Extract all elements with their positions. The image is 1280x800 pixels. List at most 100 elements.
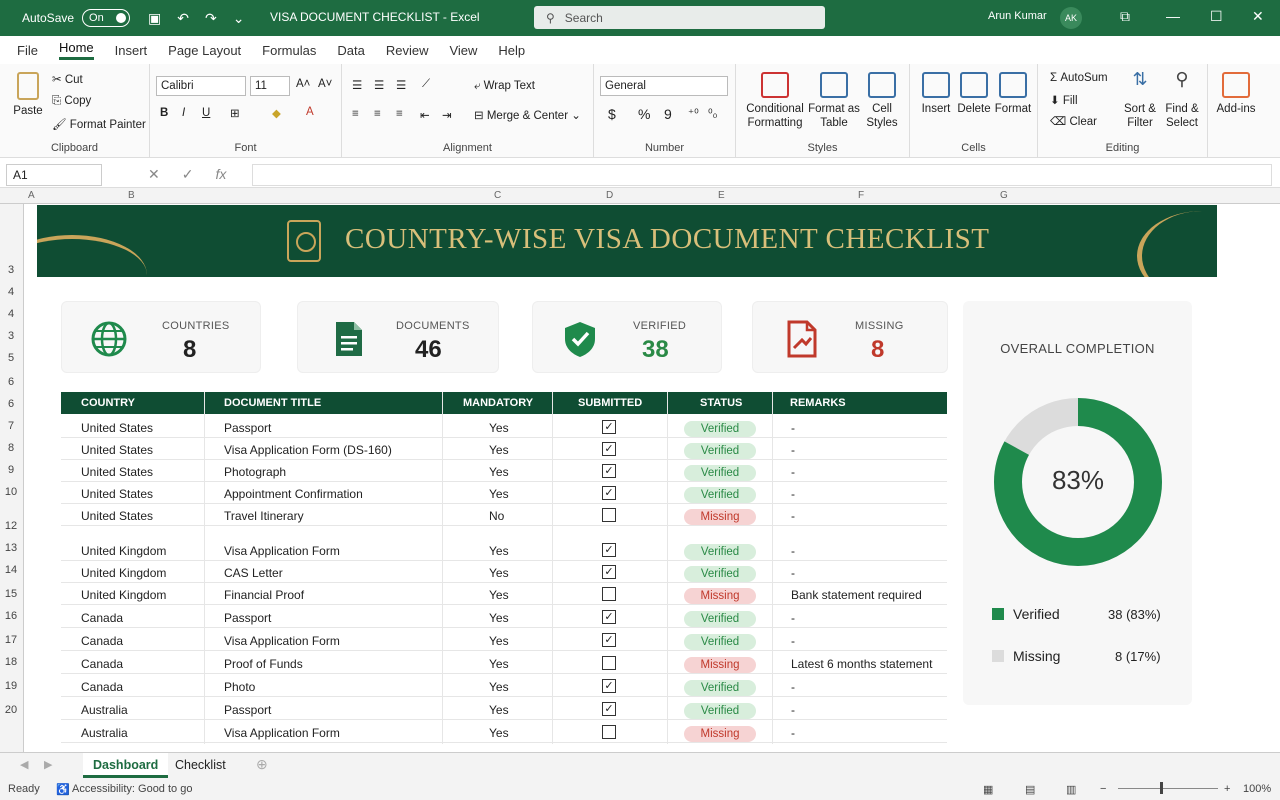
shrink-font-icon[interactable]: A˅ <box>318 78 332 90</box>
row-header[interactable]: 4 <box>0 308 22 320</box>
align-right-icon[interactable]: ≡ <box>396 108 403 120</box>
clear-button[interactable]: ⌫ Clear <box>1050 114 1097 128</box>
table-row[interactable]: United Kingdom Financial Proof Yes Missing B… <box>61 583 947 605</box>
table-row[interactable]: Australia Passport Yes ✓ Verified - <box>61 698 947 720</box>
table-row[interactable]: United States Visa Application Form (DS-1… <box>61 438 947 460</box>
bold-icon[interactable]: B <box>160 107 168 119</box>
conditional-formatting-button[interactable]: Conditional Formatting <box>744 72 806 130</box>
comma-icon[interactable]: 9 <box>664 106 672 122</box>
row-header[interactable]: 5 <box>0 352 22 364</box>
align-bottom-icon[interactable]: ☰ <box>396 78 406 92</box>
page-break-view-icon[interactable]: ▥ <box>1066 783 1076 796</box>
table-row[interactable]: Canada Photo Yes ✓ Verified - <box>61 675 947 697</box>
decrease-indent-icon[interactable]: ⇤ <box>420 108 430 122</box>
orientation-icon[interactable]: ⟋ <box>422 78 430 91</box>
submitted-checkbox-empty[interactable] <box>602 656 616 670</box>
column-b[interactable]: B <box>128 190 135 201</box>
increase-indent-icon[interactable]: ⇥ <box>442 108 452 122</box>
submitted-checkbox-checked[interactable]: ✓ <box>602 702 616 716</box>
user-name[interactable]: Arun Kumar <box>988 10 1047 22</box>
customize-icon[interactable]: ⌄ <box>233 10 245 27</box>
row-header[interactable]: 3 <box>0 264 22 276</box>
name-box[interactable]: A1 <box>6 164 102 186</box>
row-header[interactable]: 19 <box>0 680 22 692</box>
table-row[interactable]: United States Passport Yes ✓ Verified - <box>61 416 947 438</box>
align-left-icon[interactable]: ≡ <box>352 108 359 120</box>
column-c[interactable]: C <box>494 190 501 201</box>
merge-center-button[interactable]: ⊟ Merge & Center ⌄ <box>474 108 581 122</box>
grow-font-icon[interactable]: A˄ <box>296 78 310 90</box>
formula-input[interactable] <box>252 164 1272 186</box>
format-cells-button[interactable]: Format <box>994 72 1032 116</box>
zoom-level[interactable]: 100% <box>1243 783 1271 795</box>
row-header[interactable]: 14 <box>0 564 22 576</box>
close-icon[interactable]: ✕ <box>1252 8 1264 25</box>
menu-home[interactable]: Home <box>58 40 94 60</box>
table-row[interactable]: Canada Passport Yes ✓ Verified - <box>61 606 947 628</box>
redo-icon[interactable]: ↷ <box>205 10 217 27</box>
menu-page-layout[interactable]: Page Layout <box>168 43 241 58</box>
submitted-checkbox-checked[interactable]: ✓ <box>602 610 616 624</box>
delete-cells-button[interactable]: Delete <box>956 72 992 116</box>
column-a[interactable]: A <box>28 190 35 201</box>
submitted-checkbox-checked[interactable]: ✓ <box>602 633 616 647</box>
cut-button[interactable]: ✂ Cut <box>52 72 83 86</box>
table-row[interactable]: Canada Proof of Funds Yes Missing Latest 6 m… <box>61 652 947 674</box>
row-header[interactable]: 20 <box>0 704 22 716</box>
row-header[interactable]: 12 <box>0 520 22 532</box>
menu-file[interactable]: File <box>17 43 38 58</box>
search-box[interactable]: ⚲ Search <box>534 6 825 29</box>
borders-icon[interactable]: ⊞ <box>230 106 240 120</box>
menu-help[interactable]: Help <box>498 43 525 58</box>
format-as-table-button[interactable]: Format as Table <box>808 72 860 130</box>
column-d[interactable]: D <box>606 190 613 201</box>
increase-decimal-icon[interactable]: ⁺⁰ <box>688 106 699 120</box>
row-header[interactable]: 13 <box>0 542 22 554</box>
font-size-dropdown[interactable]: 11 <box>250 76 290 96</box>
row-header[interactable]: 9 <box>0 464 22 476</box>
cancel-icon[interactable]: ✕ <box>148 166 160 183</box>
table-row[interactable]: Canada Visa Application Form Yes ✓ Verified - <box>61 629 947 651</box>
row-header[interactable]: 4 <box>0 286 22 298</box>
column-e[interactable]: E <box>718 190 725 201</box>
menu-review[interactable]: Review <box>386 43 429 58</box>
submitted-checkbox-checked[interactable]: ✓ <box>602 420 616 434</box>
wrap-text-button[interactable]: ⤶ Wrap Text <box>474 80 535 93</box>
ribbon-display-icon[interactable]: ⧉ <box>1120 8 1130 25</box>
normal-view-icon[interactable]: ▦ <box>983 783 993 796</box>
table-row[interactable]: United States Appointment Confirmation Yes… <box>61 482 947 504</box>
tab-dashboard[interactable]: Dashboard <box>83 753 169 778</box>
add-ins-button[interactable]: Add-ins <box>1214 72 1258 116</box>
fill-color-icon[interactable]: ◆ <box>272 106 281 120</box>
percent-icon[interactable]: % <box>638 106 650 122</box>
submitted-checkbox-checked[interactable]: ✓ <box>602 565 616 579</box>
column-g[interactable]: G <box>1000 190 1008 201</box>
menu-view[interactable]: View <box>449 43 477 58</box>
submitted-checkbox-empty[interactable] <box>602 587 616 601</box>
submitted-checkbox-checked[interactable]: ✓ <box>602 486 616 500</box>
menu-data[interactable]: Data <box>337 43 364 58</box>
tab-scroll-right-icon[interactable]: ▶ <box>44 758 52 771</box>
row-header[interactable]: 18 <box>0 656 22 668</box>
undo-icon[interactable]: ↶ <box>177 10 189 27</box>
minimize-icon[interactable]: — <box>1166 8 1180 24</box>
zoom-slider-thumb[interactable] <box>1160 782 1163 794</box>
copy-button[interactable]: ⎘ Copy <box>52 95 91 108</box>
submitted-checkbox-checked[interactable]: ✓ <box>602 464 616 478</box>
autosave-toggle[interactable]: On <box>82 9 131 27</box>
row-header[interactable]: 3 <box>0 330 22 342</box>
paste-button[interactable]: Paste <box>10 72 46 118</box>
font-color-icon[interactable]: A <box>306 106 314 118</box>
table-row[interactable]: United States Photograph Yes ✓ Verified - <box>61 460 947 482</box>
submitted-checkbox-empty[interactable] <box>602 725 616 739</box>
autosum-button[interactable]: Σ AutoSum <box>1050 72 1108 84</box>
table-row[interactable]: United Kingdom Visa Application Form Yes ✓ V… <box>61 539 947 561</box>
decrease-decimal-icon[interactable]: ⁰₀ <box>708 106 717 120</box>
add-sheet-icon[interactable]: ⊕ <box>256 756 268 773</box>
sort-filter-button[interactable]: ⇅ Sort & Filter <box>1122 70 1158 130</box>
align-center-icon[interactable]: ≡ <box>374 108 381 120</box>
submitted-checkbox-checked[interactable]: ✓ <box>602 543 616 557</box>
table-row[interactable]: United Kingdom CAS Letter Yes ✓ Verified - <box>61 561 947 583</box>
row-header[interactable]: 6 <box>0 376 22 388</box>
align-top-icon[interactable]: ☰ <box>352 78 362 92</box>
